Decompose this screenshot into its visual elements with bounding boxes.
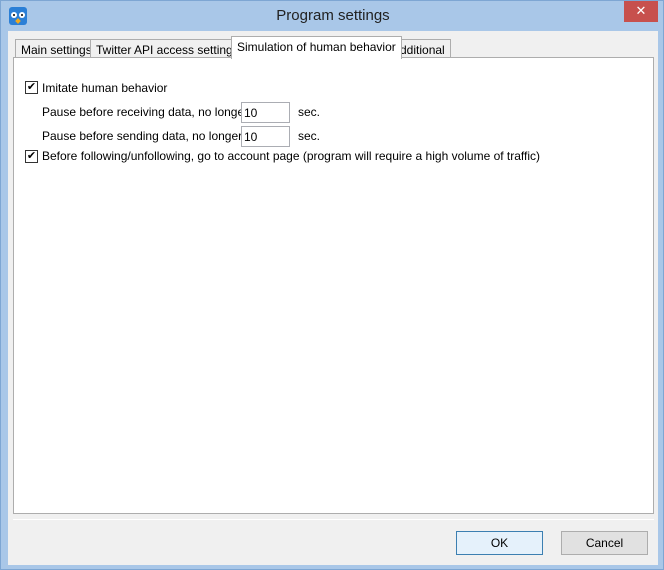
program-settings-window: Program settings ✕ Main settings Twitter… (0, 0, 664, 570)
cancel-button[interactable]: Cancel (561, 531, 648, 555)
pause-sending-label: Pause before sending data, no longer tha (42, 129, 263, 143)
pause-receiving-unit: sec. (298, 105, 321, 119)
button-separator (13, 519, 654, 520)
account-page-checkbox[interactable]: ✔ (25, 150, 38, 163)
close-icon: ✕ (635, 3, 647, 18)
tab-simulation-of-human-behavior[interactable]: Simulation of human behavior (231, 36, 402, 59)
ok-button[interactable]: OK (456, 531, 543, 555)
imitate-human-behavior-checkbox[interactable]: ✔ (25, 81, 38, 94)
imitate-human-behavior-label: Imitate human behavior (42, 81, 168, 95)
pause-sending-input[interactable] (241, 126, 290, 147)
pause-receiving-label: Pause before receiving data, no longer t… (42, 105, 262, 119)
account-page-label: Before following/unfollowing, go to acco… (42, 149, 541, 163)
dialog-client-area: Main settings Twitter API access setting… (8, 31, 658, 565)
pause-receiving-input[interactable] (241, 102, 290, 123)
pause-sending-unit: sec. (298, 129, 321, 143)
tab-panel-simulation: ✔ Imitate human behavior Pause before re… (13, 57, 654, 514)
window-title: Program settings (276, 7, 390, 24)
tab-main-settings[interactable]: Main settings (15, 39, 98, 59)
title-bar[interactable]: Program settings ✕ (1, 1, 663, 31)
tab-twitter-api-access-settings[interactable]: Twitter API access settings (90, 39, 245, 59)
close-button[interactable]: ✕ (624, 1, 658, 22)
